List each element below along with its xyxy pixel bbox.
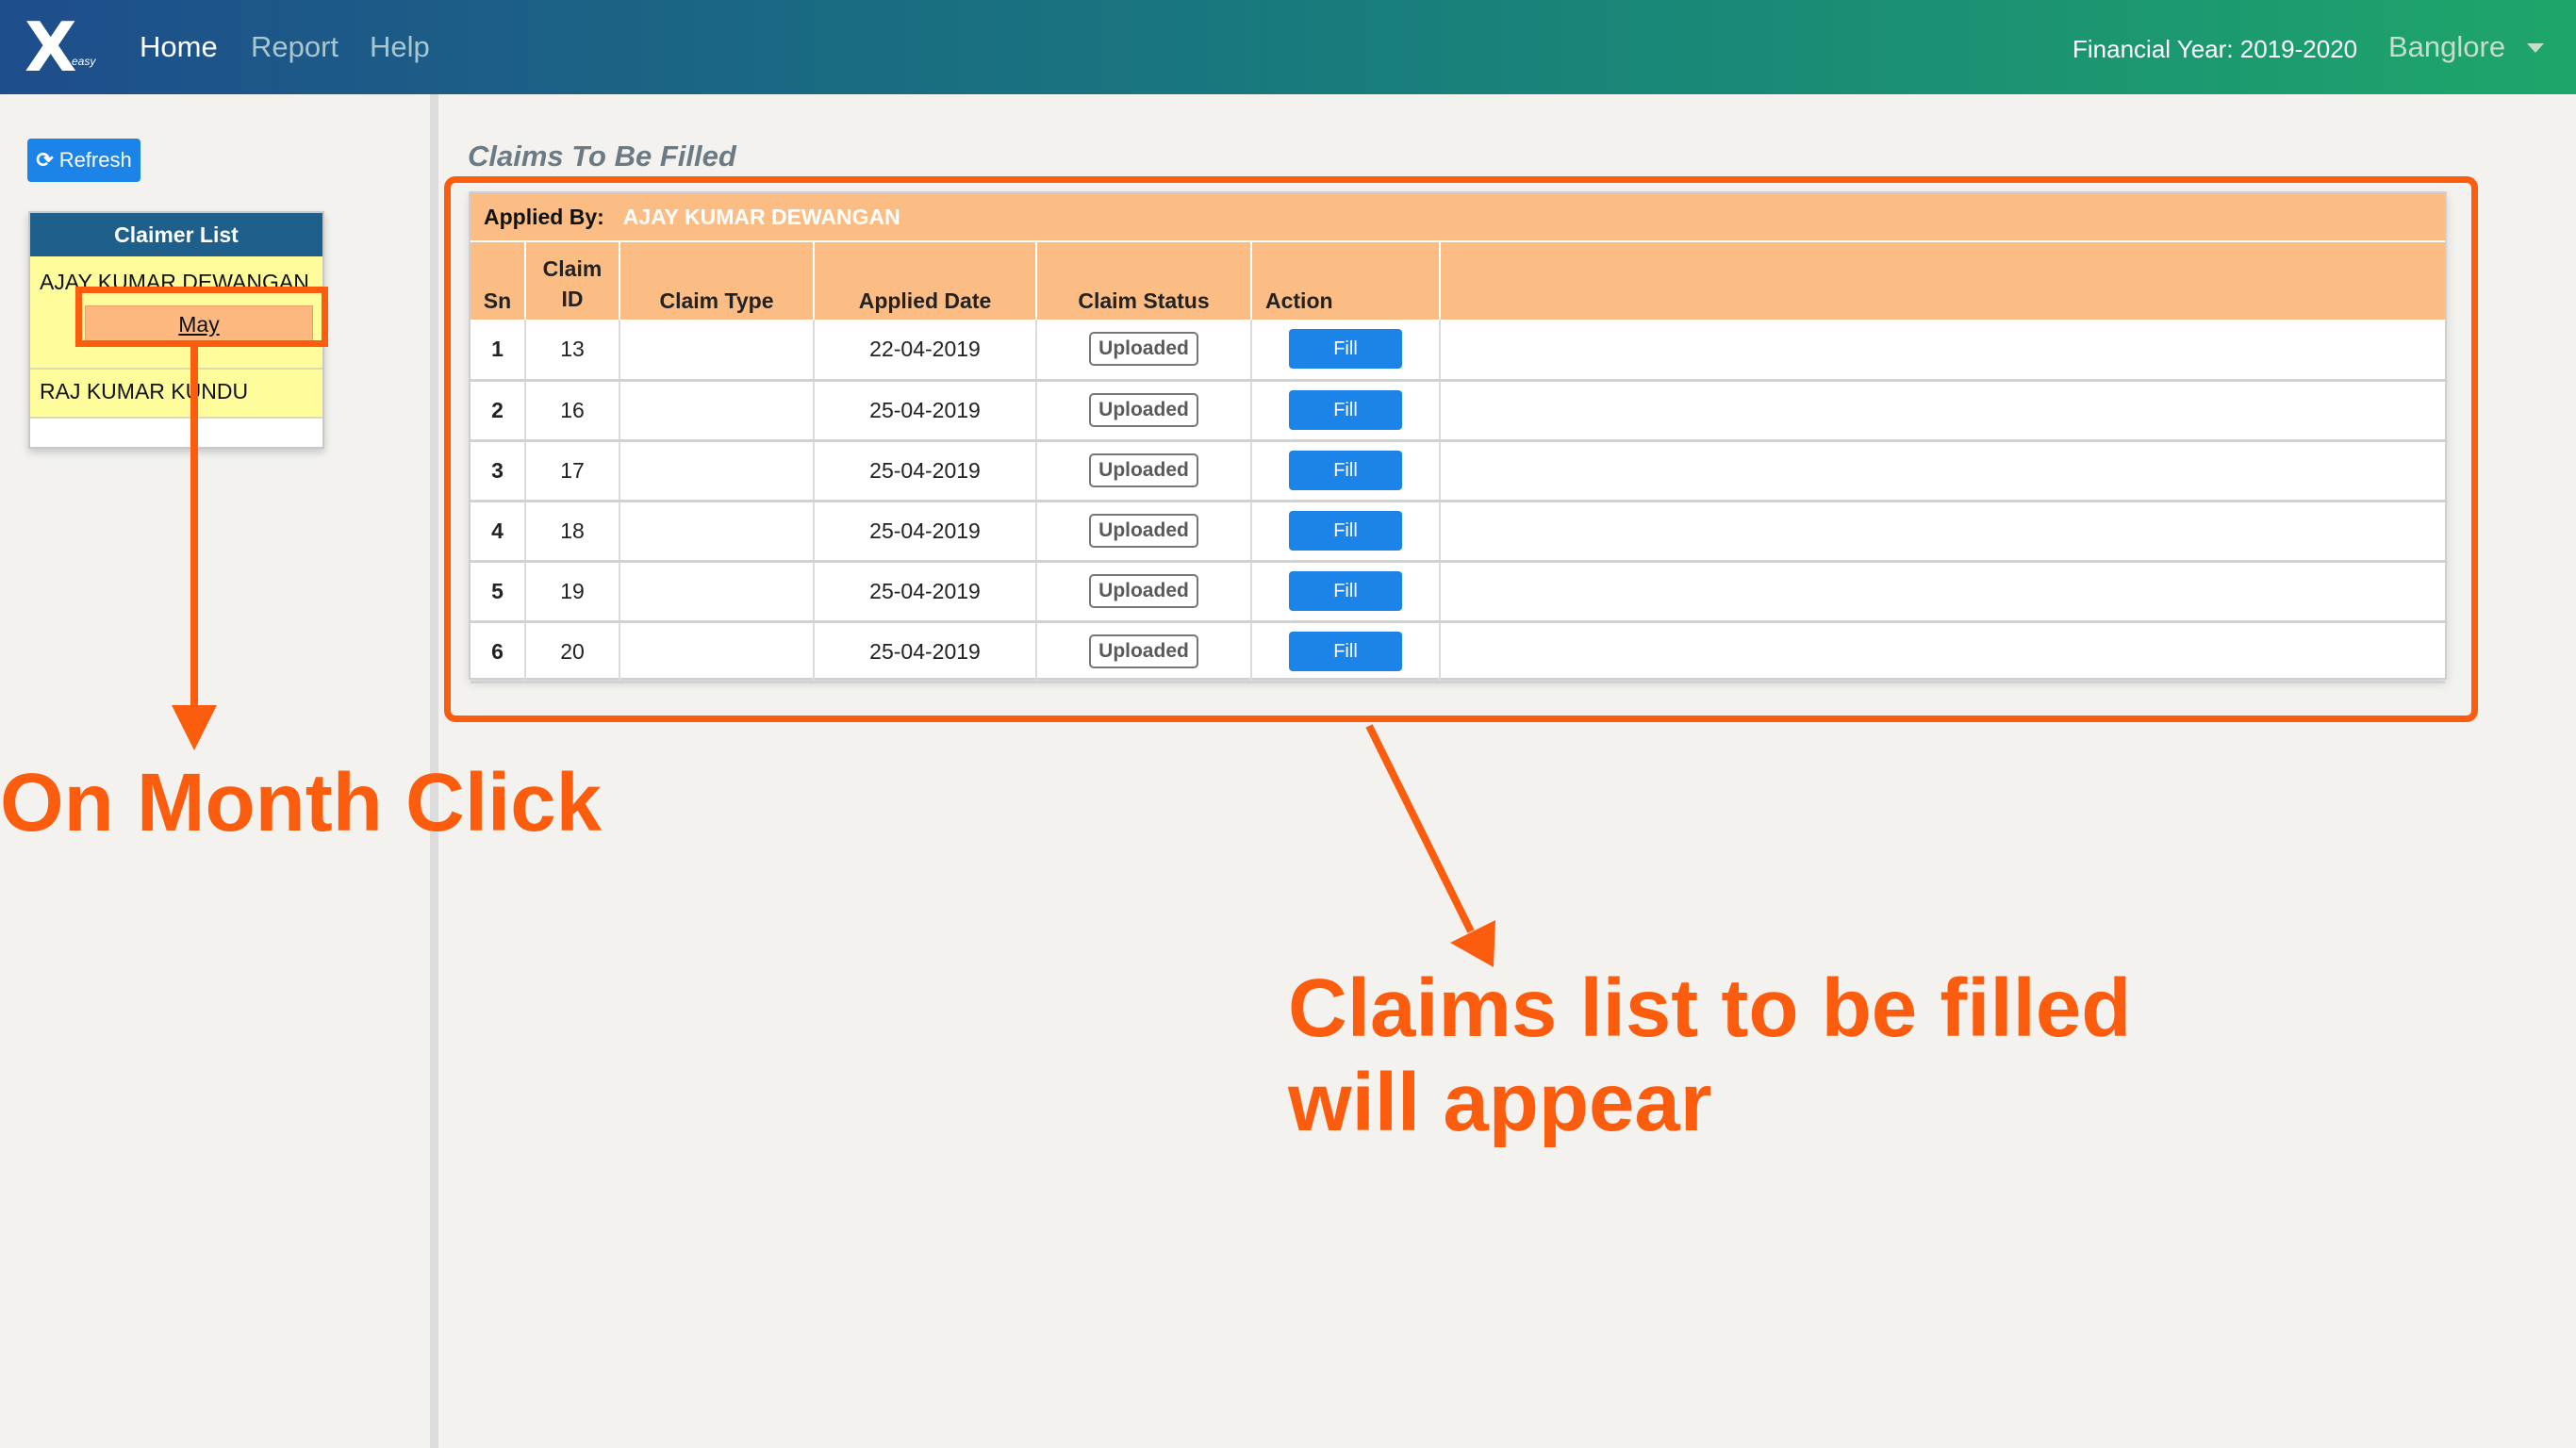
- app-logo[interactable]: X easy: [21, 9, 96, 85]
- annotation-highlight-table: [444, 176, 2478, 722]
- claimer-item[interactable]: RAJ KUMAR KUNDU: [30, 370, 322, 419]
- financial-year-label: Financial Year: 2019-2020: [2072, 35, 2358, 63]
- annotation-highlight-month: [75, 287, 328, 347]
- refresh-button[interactable]: ⟳ Refresh: [27, 139, 140, 182]
- annotation-arrow-month-head: [172, 705, 217, 750]
- annotation-arrow-claims-line: [1365, 724, 1475, 933]
- claimer-name[interactable]: RAJ KUMAR KUNDU: [40, 379, 248, 404]
- logo-subtitle: easy: [72, 55, 96, 68]
- section-title: Claims To Be Filled: [468, 140, 736, 173]
- annotation-arrow-claims-head: [1450, 920, 1495, 967]
- top-navbar: X easy Home Report Help Financial Year: …: [0, 0, 2576, 94]
- nav-report-link[interactable]: Report: [251, 28, 339, 66]
- claimer-list-title: Claimer List: [30, 213, 322, 256]
- logo-mark: X: [25, 8, 77, 87]
- refresh-icon: ⟳: [36, 148, 54, 172]
- refresh-label: Refresh: [58, 148, 132, 172]
- annotation-claims-text-line1: Claims list to be filled: [1288, 963, 2132, 1054]
- city-dropdown[interactable]: Banglore: [2388, 28, 2505, 66]
- nav-help-link[interactable]: Help: [370, 28, 430, 66]
- caret-down-icon[interactable]: [2527, 43, 2544, 53]
- annotation-month-click-text: On Month Click: [0, 757, 602, 848]
- nav-home-link[interactable]: Home: [140, 28, 218, 66]
- annotation-claims-text-line2: will appear: [1288, 1057, 1712, 1148]
